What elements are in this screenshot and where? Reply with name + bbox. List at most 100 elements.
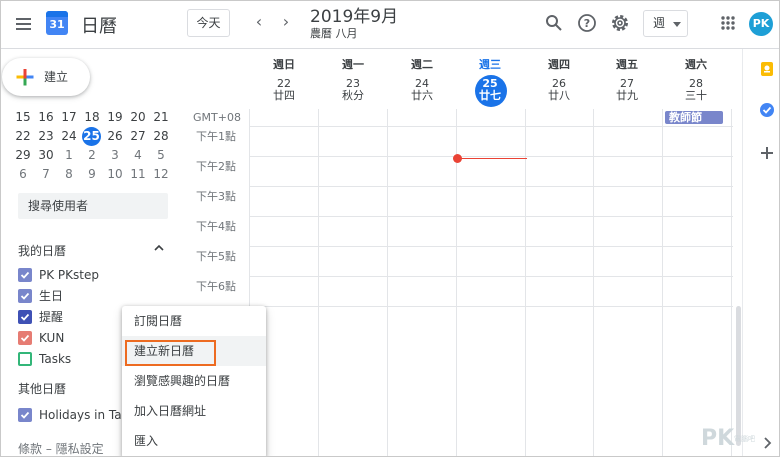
grid-hour-divider xyxy=(249,246,733,247)
add-addon-icon[interactable] xyxy=(759,145,775,161)
grid-hour-divider xyxy=(249,186,733,187)
mini-calendar-day[interactable]: 9 xyxy=(82,166,102,183)
mini-calendar-day[interactable]: 20 xyxy=(128,109,148,126)
mini-calendar-day[interactable]: 15 xyxy=(13,109,33,126)
svg-text:?: ? xyxy=(584,17,590,30)
my-calendar-item[interactable]: Tasks xyxy=(18,351,123,367)
create-button-label: 建立 xyxy=(44,70,69,84)
mini-calendar-today[interactable]: 25 xyxy=(82,127,101,146)
search-icon[interactable] xyxy=(543,12,565,34)
hour-label: 下午2點 xyxy=(196,160,236,173)
all-day-event-chip[interactable]: 教師節 xyxy=(665,111,723,124)
previous-week-button[interactable]: ‹ xyxy=(249,11,269,33)
my-calendars-heading[interactable]: 我的日曆 xyxy=(18,242,66,259)
my-calendar-item[interactable]: 提醒 xyxy=(18,309,123,325)
expand-panel-icon[interactable] xyxy=(759,435,775,451)
day-header-5[interactable]: 週四 26 廿八 xyxy=(525,58,593,102)
mini-calendar-day[interactable]: 8 xyxy=(59,166,79,183)
mini-calendar-day[interactable]: 29 xyxy=(13,147,33,164)
watermark-subtext: 電腦吧 xyxy=(734,435,755,443)
checkbox-icon[interactable] xyxy=(18,289,32,303)
day-header-4[interactable]: 週三 25 廿七 xyxy=(456,58,524,107)
current-date-title: 2019年9月 xyxy=(310,7,399,27)
day-lunar: 秋分 xyxy=(342,89,364,102)
day-header-7[interactable]: 週六 28 三十 xyxy=(662,58,730,102)
day-header-6[interactable]: 週五 27 廿九 xyxy=(593,58,661,102)
checkbox-icon[interactable] xyxy=(18,268,32,282)
mini-calendar-day[interactable]: 21 xyxy=(151,109,171,126)
next-week-button[interactable]: › xyxy=(276,11,296,33)
day-header-3[interactable]: 週二 24 廿六 xyxy=(388,58,456,102)
menu-item-3[interactable]: 瀏覽感興趣的日曆 xyxy=(122,366,266,396)
my-calendar-item[interactable]: 生日 xyxy=(18,288,123,304)
mini-calendar-day[interactable]: 16 xyxy=(36,109,56,126)
day-header-2[interactable]: 週一 23 秋分 xyxy=(319,58,387,102)
mini-calendar-day[interactable]: 10 xyxy=(105,166,125,183)
mini-calendar-day[interactable]: 6 xyxy=(13,166,33,183)
mini-calendar-day[interactable]: 26 xyxy=(105,128,125,145)
mini-calendar-day[interactable]: 28 xyxy=(151,128,171,145)
mini-calendar-day[interactable]: 17 xyxy=(59,109,79,126)
chevron-down-icon xyxy=(673,22,681,27)
calendar-item-label: Holidays in Taiwan xyxy=(39,408,123,422)
terms-privacy-link[interactable]: 條款 – 隱私設定 xyxy=(18,440,104,456)
current-time-line xyxy=(458,158,527,159)
chevron-up-icon[interactable] xyxy=(153,242,165,254)
day-lunar: 廿四 xyxy=(273,89,295,102)
mini-calendar-day[interactable]: 18 xyxy=(82,109,102,126)
hour-label: 下午5點 xyxy=(196,250,236,263)
view-selector-dropdown[interactable]: 週 xyxy=(643,10,688,37)
mini-calendar-day[interactable]: 22 xyxy=(13,128,33,145)
apps-grid-icon[interactable] xyxy=(717,12,739,34)
lunar-date-subtitle: 農曆 八月 xyxy=(310,27,358,40)
app-window: 31 日曆 今天 ‹ › 2019年9月 農曆 八月 ? 週 PK 建立 15 … xyxy=(0,0,780,457)
day-header-1[interactable]: 週日 22 廿四 xyxy=(250,58,318,102)
account-avatar[interactable]: PK xyxy=(749,12,773,36)
mini-calendar-day[interactable]: 4 xyxy=(128,147,148,164)
checkbox-icon[interactable] xyxy=(18,408,32,422)
plus-icon xyxy=(16,69,34,86)
mini-calendar-day[interactable]: 12 xyxy=(151,166,171,183)
mini-calendar-day[interactable]: 3 xyxy=(105,147,125,164)
other-calendar-item[interactable]: Holidays in Taiwan xyxy=(18,407,123,423)
main-menu-icon[interactable] xyxy=(13,13,35,35)
create-button[interactable]: 建立 xyxy=(2,58,90,96)
mini-calendar-day[interactable]: 5 xyxy=(151,147,171,164)
mini-calendar-day[interactable]: 24 xyxy=(59,128,79,145)
mini-calendar-day[interactable]: 19 xyxy=(105,109,125,126)
tasks-icon[interactable] xyxy=(759,102,775,118)
menu-item-5[interactable]: 匯入 xyxy=(122,426,266,456)
day-name: 週日 xyxy=(273,58,295,71)
day-lunar: 廿六 xyxy=(411,89,433,102)
week-time-grid[interactable] xyxy=(249,109,733,456)
search-people-input[interactable]: 搜尋使用者 xyxy=(18,193,168,219)
day-name: 週六 xyxy=(685,58,707,71)
checkbox-icon[interactable] xyxy=(18,352,32,366)
my-calendar-item[interactable]: KUN xyxy=(18,330,123,346)
settings-gear-icon[interactable] xyxy=(609,12,631,34)
keep-notes-icon[interactable] xyxy=(759,61,775,77)
calendar-item-label: KUN xyxy=(39,331,65,345)
today-button[interactable]: 今天 xyxy=(187,9,230,37)
mini-calendar-day[interactable]: 7 xyxy=(36,166,56,183)
checkbox-icon[interactable] xyxy=(18,331,32,345)
day-name: 週一 xyxy=(342,58,364,71)
view-selector-label: 週 xyxy=(653,16,666,30)
grid-column-divider xyxy=(731,109,732,456)
checkbox-icon[interactable] xyxy=(18,310,32,324)
mini-calendar-day[interactable]: 11 xyxy=(128,166,148,183)
grid-scrollbar[interactable] xyxy=(736,306,741,446)
my-calendar-item[interactable]: PK PKstep xyxy=(18,267,123,283)
menu-item-1[interactable]: 訂閱日曆 xyxy=(122,306,266,336)
other-calendars-heading[interactable]: 其他日曆 xyxy=(18,380,66,397)
mini-calendar-day[interactable]: 23 xyxy=(36,128,56,145)
hour-label: 下午1點 xyxy=(196,130,236,143)
top-app-bar: 31 日曆 今天 ‹ › 2019年9月 農曆 八月 ? 週 PK xyxy=(1,1,779,49)
mini-calendar-day[interactable]: 1 xyxy=(59,147,79,164)
mini-calendar-day[interactable]: 30 xyxy=(36,147,56,164)
mini-calendar-day[interactable]: 27 xyxy=(128,128,148,145)
menu-item-4[interactable]: 加入日曆網址 xyxy=(122,396,266,426)
help-icon[interactable]: ? xyxy=(576,12,598,34)
mini-calendar-day[interactable]: 2 xyxy=(82,147,102,164)
day-name: 週三 xyxy=(479,58,501,71)
